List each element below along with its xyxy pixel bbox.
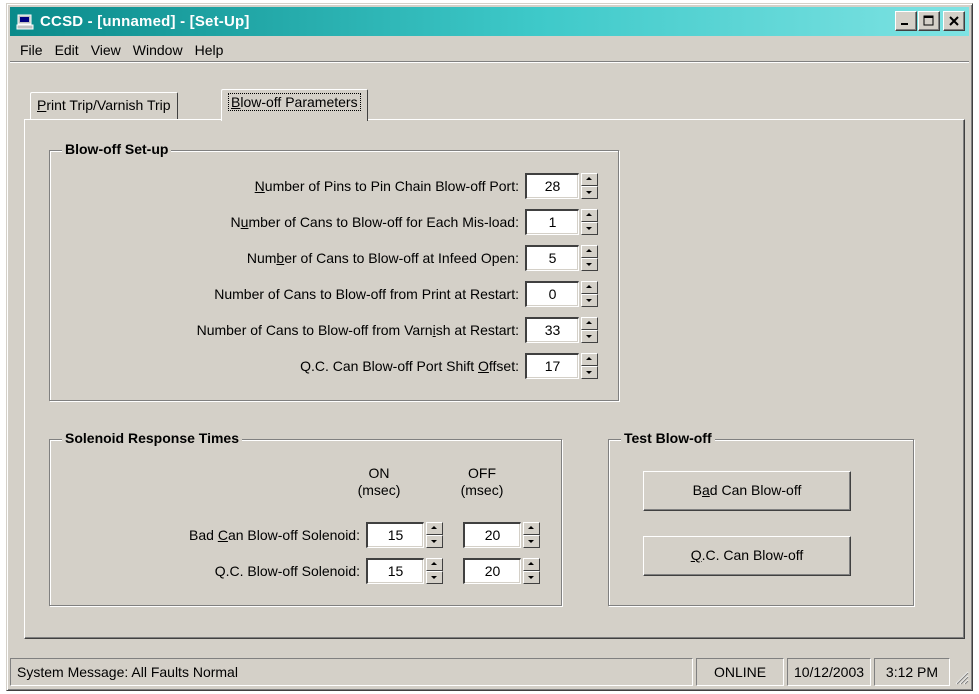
spin-down-arrow-icon[interactable] <box>581 186 598 199</box>
spin-down-arrow-icon[interactable] <box>523 571 540 584</box>
blowoff-row-misload: Number of Cans to Blow-off for Each Mis-… <box>231 209 598 235</box>
spin-down-arrow-icon[interactable] <box>581 294 598 307</box>
menu-file[interactable]: File <box>14 42 49 58</box>
window-title: CCSD - [unnamed] - [Set-Up] <box>40 13 250 30</box>
varnish-restart-spinner[interactable] <box>581 317 598 343</box>
off-label: OFF <box>468 465 496 481</box>
blowoff-row-qc-shift-offset: Q.C. Can Blow-off Port Shift Offset: 17 <box>300 353 598 379</box>
spin-up-arrow-icon[interactable] <box>426 522 443 535</box>
menu-view[interactable]: View <box>85 42 127 58</box>
status-message: System Message: All Faults Normal <box>10 658 693 686</box>
tab-print-trip-varnish-trip[interactable]: Print Trip/Varnish Trip <box>30 92 178 119</box>
bad-can-blowoff-button[interactable]: Bad Can Blow-off <box>643 471 851 511</box>
blowoff-row-print-restart: Number of Cans to Blow-off from Print at… <box>214 281 598 307</box>
spin-up-arrow-icon[interactable] <box>523 522 540 535</box>
app-computer-icon <box>16 14 34 29</box>
spin-down-arrow-icon[interactable] <box>426 535 443 548</box>
on-column-header: ON (msec) <box>344 465 414 499</box>
solenoid-response-group: Solenoid Response Times ON (msec) OFF (m… <box>49 430 562 606</box>
field-label: Number of Cans to Blow-off from Print at… <box>214 286 519 302</box>
menu-window[interactable]: Window <box>127 42 189 58</box>
field-label: Q.C. Blow-off Solenoid: <box>214 563 360 579</box>
solenoid-row-qc: Q.C. Blow-off Solenoid: 15 20 <box>50 558 540 584</box>
spin-down-arrow-icon[interactable] <box>581 258 598 271</box>
spin-up-arrow-icon[interactable] <box>581 317 598 330</box>
pins-to-port-input[interactable]: 28 <box>525 173 579 199</box>
qc-shift-offset-spinner[interactable] <box>581 353 598 379</box>
qc-on-input[interactable]: 15 <box>366 558 424 584</box>
off-unit: (msec) <box>460 482 504 498</box>
solenoid-response-title: Solenoid Response Times <box>62 430 243 446</box>
blowoff-row-pins-to-port: Number of Pins to Pin Chain Blow-off Por… <box>255 173 598 199</box>
qc-on-spinner[interactable] <box>426 558 443 584</box>
field-label: Q.C. Can Blow-off Port Shift Offset: <box>300 358 519 374</box>
tab-panel-blow-off-parameters: Blow-off Set-up Number of Pins to Pin Ch… <box>24 119 965 639</box>
close-icon <box>949 16 959 26</box>
spin-up-arrow-icon[interactable] <box>581 173 598 186</box>
bad-can-on-spinner[interactable] <box>426 522 443 548</box>
on-label: ON <box>368 465 390 481</box>
spin-up-arrow-icon[interactable] <box>581 245 598 258</box>
spin-up-arrow-icon[interactable] <box>581 281 598 294</box>
varnish-restart-input[interactable]: 33 <box>525 317 579 343</box>
tab-label: Print Trip/Varnish Trip <box>37 97 171 113</box>
tab-label: Blow-off Parameters <box>228 93 361 111</box>
test-blowoff-title: Test Blow-off <box>621 430 715 446</box>
status-online: ONLINE <box>696 658 784 686</box>
status-bar: System Message: All Faults Normal ONLINE… <box>10 657 969 687</box>
tab-blow-off-parameters[interactable]: Blow-off Parameters <box>221 89 368 121</box>
spin-up-arrow-icon[interactable] <box>581 353 598 366</box>
blowoff-row-varnish-restart: Number of Cans to Blow-off from Varnish … <box>197 317 598 343</box>
close-button[interactable] <box>943 11 965 31</box>
app-window: CCSD - [unnamed] - [Set-Up] File Edit Vi… <box>6 3 973 691</box>
spin-down-arrow-icon[interactable] <box>523 535 540 548</box>
blowoff-row-infeed-open: Number of Cans to Blow-off at Infeed Ope… <box>247 245 598 271</box>
qc-off-spinner[interactable] <box>523 558 540 584</box>
title-bar[interactable]: CCSD - [unnamed] - [Set-Up] <box>10 7 969 36</box>
maximize-button[interactable] <box>918 11 940 31</box>
status-time: 3:12 PM <box>874 658 950 686</box>
spin-up-arrow-icon[interactable] <box>581 209 598 222</box>
field-label: Bad Can Blow-off Solenoid: <box>189 527 360 543</box>
print-restart-input[interactable]: 0 <box>525 281 579 307</box>
spin-down-arrow-icon[interactable] <box>581 222 598 235</box>
minimize-icon <box>901 23 908 25</box>
qc-can-blowoff-button[interactable]: Q.C. Can Blow-off <box>643 536 851 576</box>
infeed-open-spinner[interactable] <box>581 245 598 271</box>
qc-shift-offset-input[interactable]: 17 <box>525 353 579 379</box>
maximize-icon <box>923 15 934 26</box>
bad-can-off-input[interactable]: 20 <box>463 522 521 548</box>
client-area: Print Trip/Varnish Trip Blow-off Paramet… <box>10 64 969 654</box>
spin-up-arrow-icon[interactable] <box>426 558 443 571</box>
status-date: 10/12/2003 <box>787 658 871 686</box>
field-label: Number of Pins to Pin Chain Blow-off Por… <box>254 178 519 194</box>
pins-to-port-spinner[interactable] <box>581 173 598 199</box>
caption-buttons <box>894 11 965 31</box>
bad-can-off-spinner[interactable] <box>523 522 540 548</box>
spin-down-arrow-icon[interactable] <box>426 571 443 584</box>
minimize-button[interactable] <box>895 11 917 31</box>
on-unit: (msec) <box>357 482 401 498</box>
field-label: Number of Cans to Blow-off for Each Mis-… <box>230 214 519 230</box>
infeed-open-input[interactable]: 5 <box>525 245 579 271</box>
spin-down-arrow-icon[interactable] <box>581 366 598 379</box>
menu-edit[interactable]: Edit <box>49 42 85 58</box>
bad-can-on-input[interactable]: 15 <box>366 522 424 548</box>
blowoff-setup-title: Blow-off Set-up <box>62 141 172 157</box>
menu-help[interactable]: Help <box>189 42 230 58</box>
blowoff-setup-group: Blow-off Set-up Number of Pins to Pin Ch… <box>49 141 619 401</box>
misload-spinner[interactable] <box>581 209 598 235</box>
qc-off-input[interactable]: 20 <box>463 558 521 584</box>
menu-bar: File Edit View Window Help <box>10 38 969 62</box>
field-label: Number of Cans to Blow-off at Infeed Ope… <box>246 250 519 266</box>
misload-input[interactable]: 1 <box>525 209 579 235</box>
solenoid-row-bad-can: Bad Can Blow-off Solenoid: 15 20 <box>50 522 540 548</box>
off-column-header: OFF (msec) <box>447 465 517 499</box>
test-blowoff-group: Test Blow-off Bad Can Blow-off Q.C. Can … <box>608 430 914 606</box>
resize-grip-icon[interactable] <box>953 669 969 685</box>
print-restart-spinner[interactable] <box>581 281 598 307</box>
spin-down-arrow-icon[interactable] <box>581 330 598 343</box>
field-label: Number of Cans to Blow-off from Varnish … <box>196 322 519 338</box>
spin-up-arrow-icon[interactable] <box>523 558 540 571</box>
